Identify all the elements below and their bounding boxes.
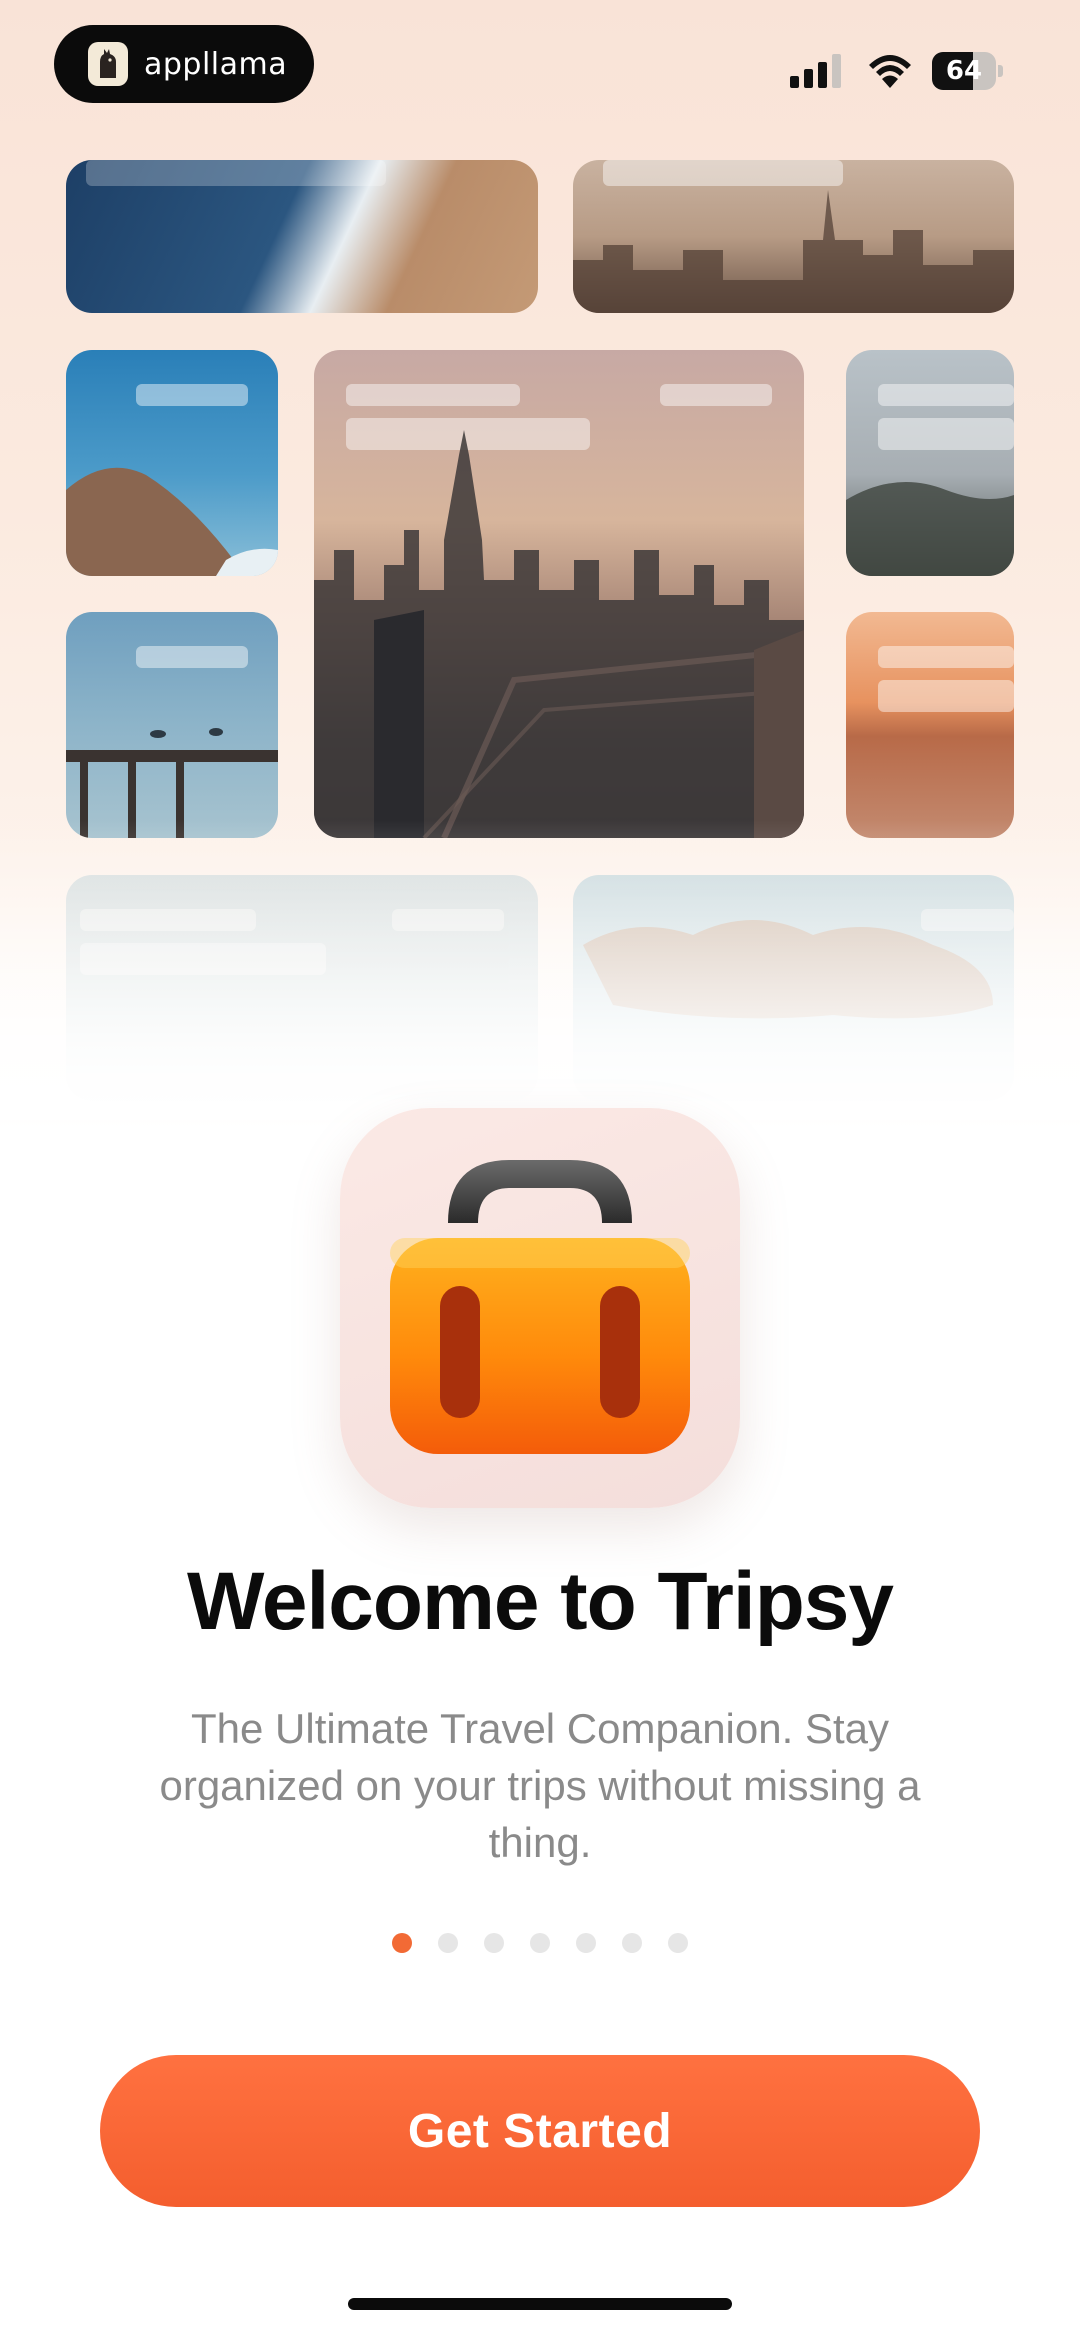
llama-logo-icon [88, 42, 128, 86]
signal-icon [790, 54, 841, 88]
page-title: Welcome to Tripsy [186, 1556, 894, 1647]
suitcase-icon [340, 1108, 740, 1508]
photo-ocean-coast [66, 160, 538, 313]
brand-name: appllama [144, 46, 288, 82]
page-dot-3[interactable] [484, 1933, 504, 1953]
collage-fade [0, 820, 1080, 1120]
photo-rock-sea [66, 350, 278, 576]
home-indicator[interactable] [348, 2298, 732, 2310]
page-subtitle: The Ultimate Travel Companion. Stay orga… [159, 1705, 921, 1866]
page-dot-5[interactable] [576, 1933, 596, 1953]
page-dot-1[interactable] [392, 1933, 412, 1953]
photo-bridge [66, 612, 278, 838]
page-dot-7[interactable] [668, 1933, 688, 1953]
page-dot-2[interactable] [438, 1933, 458, 1953]
page-dot-6[interactable] [622, 1933, 642, 1953]
page-indicator[interactable] [0, 1933, 1080, 1953]
photo-dubai-skyline [314, 350, 804, 838]
get-started-button[interactable]: Get Started [100, 2055, 980, 2207]
wifi-icon [869, 55, 911, 88]
battery-level: 64 [945, 56, 983, 86]
photo-city-haze [573, 160, 1014, 313]
brand-badge: appllama [54, 25, 314, 103]
page-dot-4[interactable] [530, 1933, 550, 1953]
photo-sunset-sea [846, 612, 1014, 838]
photo-foggy-hills [846, 350, 1014, 576]
battery-icon: 64 [932, 52, 1004, 90]
